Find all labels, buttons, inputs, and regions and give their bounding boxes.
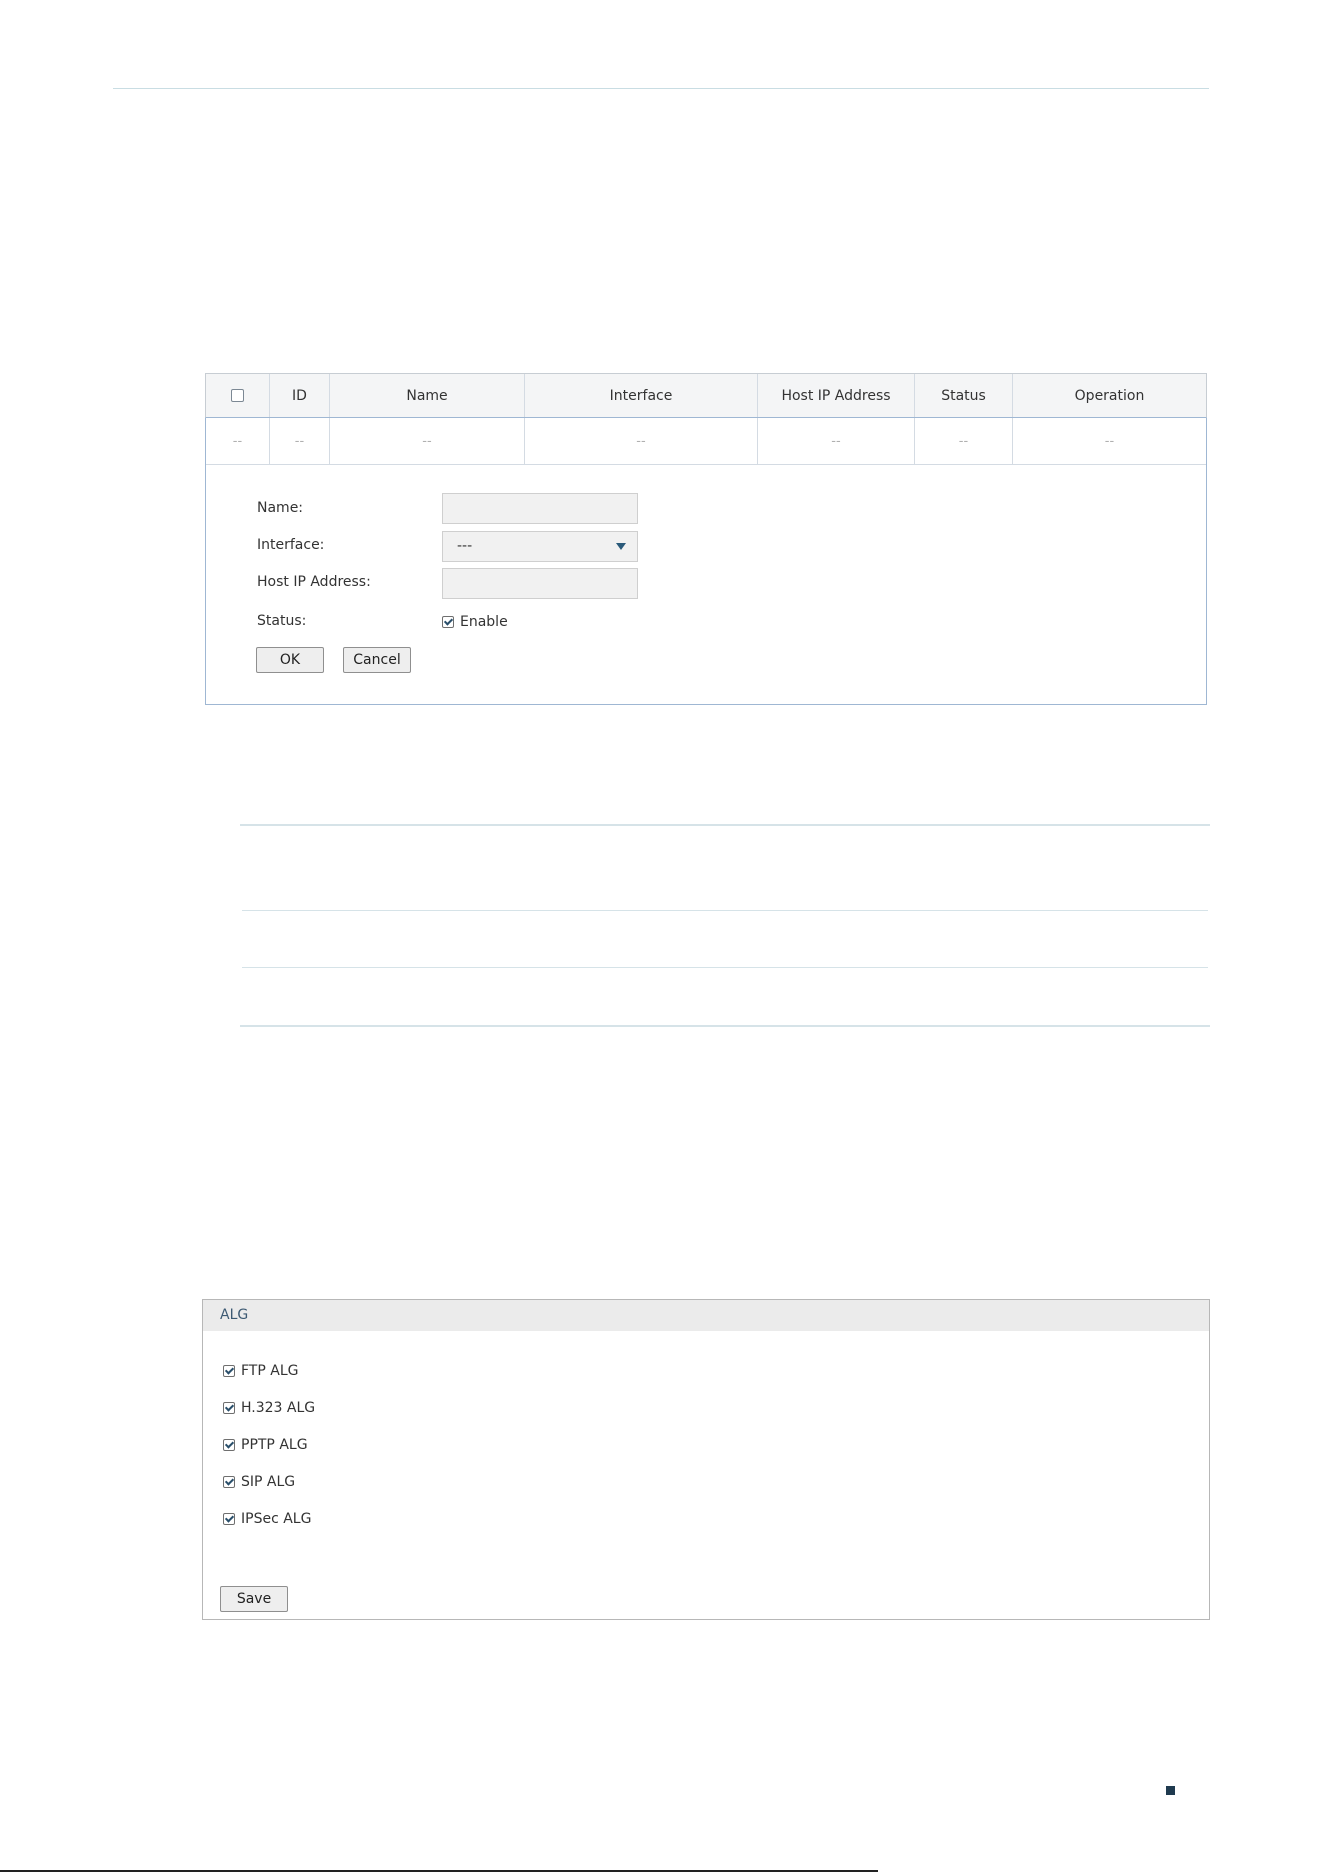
pptp-alg-label: PPTP ALG (241, 1437, 308, 1453)
save-button[interactable]: Save (220, 1586, 288, 1612)
column-header-id[interactable]: ID (270, 374, 330, 417)
ftp-alg-label: FTP ALG (241, 1363, 299, 1379)
h323-alg-option[interactable]: H.323 ALG (223, 1400, 315, 1416)
host-table-panel: ID Name Interface Host IP Address Status… (205, 373, 1207, 705)
table-cell: -- (206, 418, 270, 464)
status-label: Status: (257, 613, 307, 629)
host-ip-input[interactable] (442, 568, 638, 599)
interface-select[interactable]: --- (442, 531, 638, 562)
sip-alg-label: SIP ALG (241, 1474, 296, 1490)
enable-checkbox[interactable] (442, 616, 454, 628)
column-header-operation[interactable]: Operation (1013, 374, 1206, 417)
ftp-alg-checkbox[interactable] (223, 1365, 235, 1377)
chevron-down-icon (616, 543, 626, 550)
table-cell: -- (330, 418, 525, 464)
table-rule (240, 1025, 1210, 1027)
select-all-cell (206, 374, 270, 417)
column-header-host-ip[interactable]: Host IP Address (758, 374, 915, 417)
column-header-status[interactable]: Status (915, 374, 1013, 417)
table-cell: -- (758, 418, 915, 464)
name-input[interactable] (442, 493, 638, 524)
table-rule (242, 910, 1208, 911)
ftp-alg-option[interactable]: FTP ALG (223, 1363, 298, 1379)
page-marker-icon (1166, 1786, 1175, 1795)
column-header-interface[interactable]: Interface (525, 374, 758, 417)
page-top-rule (113, 88, 1209, 89)
table-row: -- -- -- -- -- -- -- (206, 418, 1206, 465)
table-cell: -- (1104, 433, 1115, 449)
interface-select-value: --- (457, 538, 473, 554)
table-rule (242, 967, 1208, 968)
host-ip-label: Host IP Address: (257, 574, 371, 590)
interface-label: Interface: (257, 537, 325, 553)
enable-label: Enable (460, 614, 508, 630)
alg-panel: ALG FTP ALG H.323 ALG PPTP ALG SIP ALG I… (202, 1299, 1210, 1620)
sip-alg-option[interactable]: SIP ALG (223, 1474, 295, 1490)
table-cell: -- (525, 418, 758, 464)
ok-button[interactable]: OK (256, 647, 324, 673)
select-all-checkbox[interactable] (231, 389, 244, 402)
h323-alg-checkbox[interactable] (223, 1402, 235, 1414)
table-cell: -- (270, 418, 330, 464)
column-header-name[interactable]: Name (330, 374, 525, 417)
table-cell: -- (915, 418, 1013, 464)
h323-alg-label: H.323 ALG (241, 1400, 316, 1416)
host-table-header: ID Name Interface Host IP Address Status… (205, 373, 1207, 418)
cancel-button[interactable]: Cancel (343, 647, 411, 673)
ipsec-alg-checkbox[interactable] (223, 1513, 235, 1525)
status-enable-toggle[interactable]: Enable (442, 614, 508, 630)
ipsec-alg-option[interactable]: IPSec ALG (223, 1511, 311, 1527)
pptp-alg-option[interactable]: PPTP ALG (223, 1437, 308, 1453)
sip-alg-checkbox[interactable] (223, 1476, 235, 1488)
ipsec-alg-label: IPSec ALG (241, 1511, 312, 1527)
pptp-alg-checkbox[interactable] (223, 1439, 235, 1451)
table-rule (240, 824, 1210, 826)
alg-panel-title: ALG (203, 1300, 1209, 1331)
name-label: Name: (257, 500, 304, 516)
